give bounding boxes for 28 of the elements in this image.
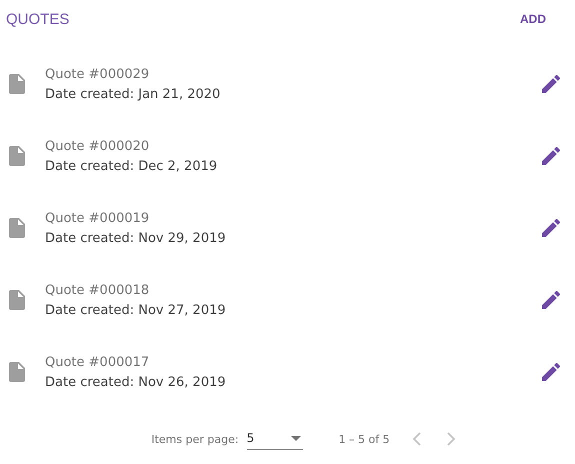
date-created: Date created: Jan 21, 2020 — [45, 86, 222, 102]
date-created: Date created: Dec 2, 2019 — [45, 158, 218, 174]
add-button[interactable]: ADD — [514, 8, 552, 30]
quote-number: Quote #000029 — [45, 66, 150, 82]
document-icon — [9, 290, 25, 310]
quote-number: Quote #000018 — [45, 282, 150, 298]
quote-number: Quote #000019 — [45, 210, 150, 226]
date-created: Date created: Nov 27, 2019 — [45, 302, 227, 318]
items-per-page-label: Items per page: — [151, 432, 239, 446]
dropdown-caret-icon — [290, 436, 301, 440]
date-created: Date created: Nov 29, 2019 — [45, 230, 227, 246]
page-range: 1 – 5 of 5 — [338, 432, 390, 446]
document-icon — [9, 146, 25, 166]
quote-number: Quote #000017 — [45, 354, 150, 370]
page-size-select[interactable]: 5 — [246, 428, 303, 450]
edit-button[interactable] — [539, 360, 563, 384]
edit-button[interactable] — [539, 216, 563, 240]
chevron-left-icon — [412, 432, 422, 446]
document-icon — [9, 74, 25, 94]
quote-number: Quote #000020 — [45, 138, 150, 154]
edit-button[interactable] — [539, 288, 563, 312]
edit-button[interactable] — [539, 144, 563, 168]
chevron-right-icon — [446, 432, 456, 446]
document-icon — [9, 362, 25, 382]
date-created: Date created: Nov 26, 2019 — [45, 374, 227, 390]
document-icon — [9, 218, 25, 238]
edit-button[interactable] — [539, 72, 563, 96]
section-title: QUOTES — [6, 10, 70, 28]
